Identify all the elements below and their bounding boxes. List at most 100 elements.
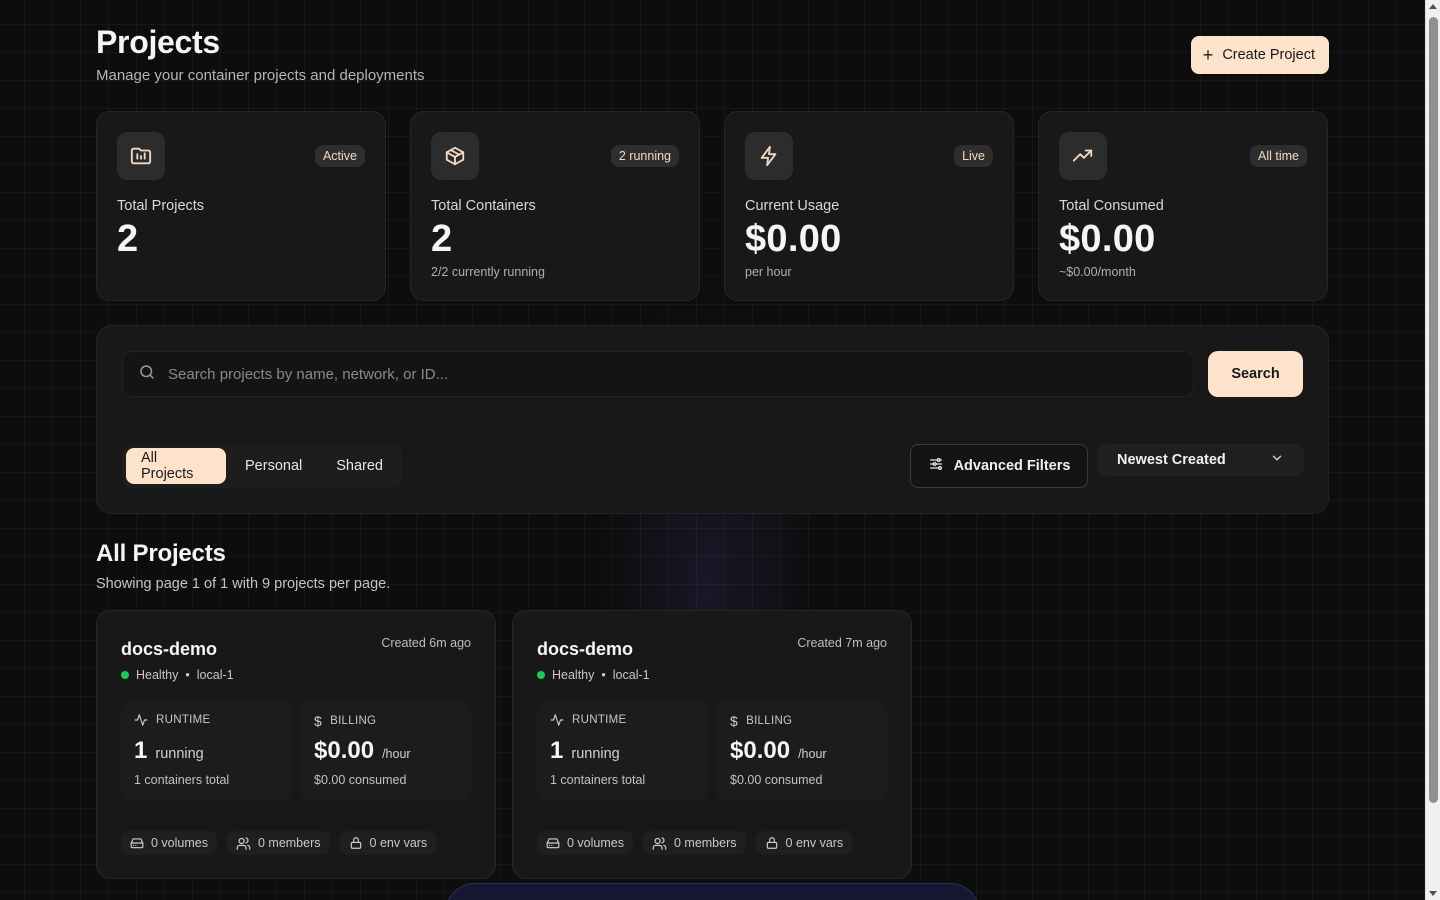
stat-value: $0.00 (745, 218, 842, 260)
runtime-box: RUNTIME 1 running 1 containers total (121, 701, 291, 801)
runtime-label: RUNTIME (156, 714, 211, 726)
users-icon (652, 836, 667, 850)
volumes-chip: 0 volumes (537, 831, 633, 855)
project-status: Healthy • local-1 (537, 668, 650, 682)
containers-total: 1 containers total (550, 773, 646, 787)
advanced-filters-label: Advanced Filters (953, 458, 1071, 474)
project-cards: docs-demo Created 6m ago Healthy • local… (96, 610, 912, 879)
chevron-down-icon (1270, 451, 1284, 469)
project-tabs: All Projects Personal Shared (122, 444, 402, 488)
stat-label: Total Containers (431, 198, 536, 214)
billing-amount: $0.00 (314, 737, 375, 764)
project-chips: 0 volumes 0 members 0 env vars (121, 831, 437, 855)
lightning-icon (745, 132, 793, 180)
billing-label: BILLING (330, 715, 377, 727)
env-vars-chip: 0 env vars (339, 831, 437, 855)
project-chips: 0 volumes 0 members 0 env vars (537, 831, 853, 855)
scroll-down-arrow-icon[interactable] (1429, 891, 1437, 896)
running-count: 1 (134, 737, 148, 764)
scroll-up-arrow-icon[interactable] (1429, 4, 1437, 9)
advanced-filters-button[interactable]: Advanced Filters (910, 444, 1088, 488)
lock-icon (350, 837, 361, 849)
volumes-chip: 0 volumes (121, 831, 217, 855)
billing-box: $ BILLING $0.00 /hour $0.00 consumed (301, 701, 471, 801)
project-name[interactable]: docs-demo (121, 639, 217, 660)
project-name[interactable]: docs-demo (537, 639, 633, 660)
volumes-count: 0 volumes (567, 836, 624, 850)
node-name: local-1 (612, 668, 650, 682)
members-count: 0 members (257, 836, 321, 850)
folder-chart-icon (117, 132, 165, 180)
lock-icon (766, 837, 777, 849)
hard-drive-icon (546, 838, 560, 849)
stat-value: 2 (431, 218, 453, 260)
members-chip: 0 members (642, 831, 746, 855)
hard-drive-icon (130, 838, 144, 849)
project-card[interactable]: docs-demo Created 7m ago Healthy • local… (512, 610, 912, 879)
search-button[interactable]: Search (1208, 351, 1303, 397)
env-vars-chip: 0 env vars (755, 831, 853, 855)
tab-all-projects[interactable]: All Projects (126, 448, 226, 484)
vertical-scrollbar[interactable] (1425, 0, 1440, 900)
dollar-icon: $ (314, 713, 323, 729)
stat-subtext: 2/2 currently running (431, 265, 545, 279)
status-badge: Active (314, 145, 365, 167)
stat-card-total-containers: 2 running Total Containers 2 2/2 current… (410, 111, 700, 301)
plus-icon: + (1202, 45, 1214, 65)
create-project-button[interactable]: + Create Project (1190, 36, 1329, 74)
tab-personal[interactable]: Personal (230, 448, 317, 484)
search-box (122, 351, 1194, 397)
billing-header: $ BILLING (314, 713, 376, 729)
tab-shared[interactable]: Shared (321, 448, 398, 484)
billing-label: BILLING (746, 715, 793, 727)
members-count: 0 members (673, 836, 737, 850)
stat-card-current-usage: Live Current Usage $0.00 per hour (724, 111, 1014, 301)
bullet-separator: • (185, 668, 190, 682)
stat-subtext: per hour (745, 265, 792, 279)
activity-icon (550, 714, 564, 726)
project-created: Created 6m ago (381, 636, 471, 650)
box-icon (431, 132, 479, 180)
runtime-value: 1 running (134, 737, 204, 765)
page-title: Projects (96, 24, 220, 60)
stat-label: Current Usage (745, 198, 840, 214)
stat-card-total-projects: Active Total Projects 2 (96, 111, 386, 301)
create-project-label: Create Project (1222, 47, 1315, 63)
running-count: 1 (550, 737, 564, 764)
search-icon (138, 363, 156, 386)
runtime-value: 1 running (550, 737, 620, 765)
volumes-count: 0 volumes (151, 836, 208, 850)
billing-value: $0.00 /hour (314, 737, 411, 765)
status-badge: Live (954, 145, 993, 167)
stat-label: Total Consumed (1059, 198, 1164, 214)
members-chip: 0 members (226, 831, 330, 855)
dollar-icon: $ (730, 713, 739, 729)
stats-row: Active Total Projects 2 2 running Total … (96, 111, 1328, 301)
env-vars-count: 0 env vars (369, 836, 428, 850)
filter-panel: Search All Projects Personal Shared Adva… (96, 325, 1329, 514)
status-dot-icon (537, 671, 545, 679)
billing-consumed: $0.00 consumed (730, 773, 823, 787)
billing-amount: $0.00 (730, 737, 791, 764)
status-text: Healthy (552, 668, 595, 682)
sliders-icon (928, 456, 944, 476)
project-card[interactable]: docs-demo Created 6m ago Healthy • local… (96, 610, 496, 879)
runtime-header: RUNTIME (134, 713, 211, 727)
sort-select[interactable]: Newest Created (1097, 444, 1304, 476)
containers-total: 1 containers total (134, 773, 230, 787)
trending-up-icon (1059, 132, 1107, 180)
sort-selected-value: Newest Created (1117, 452, 1226, 468)
pagination-info: Showing page 1 of 1 with 9 projects per … (96, 576, 391, 592)
status-badge: All time (1250, 145, 1307, 167)
stat-subtext: ~$0.00/month (1059, 265, 1136, 279)
floating-bar[interactable] (445, 883, 980, 900)
runtime-header: RUNTIME (550, 713, 627, 727)
scrollbar-thumb[interactable] (1429, 17, 1438, 803)
users-icon (236, 836, 251, 850)
search-input[interactable] (168, 365, 1193, 383)
stat-value: 2 (117, 218, 139, 260)
section-title: All Projects (96, 540, 226, 567)
billing-unit: /hour (798, 747, 827, 761)
bullet-separator: • (601, 668, 606, 682)
stat-value: $0.00 (1059, 218, 1156, 260)
